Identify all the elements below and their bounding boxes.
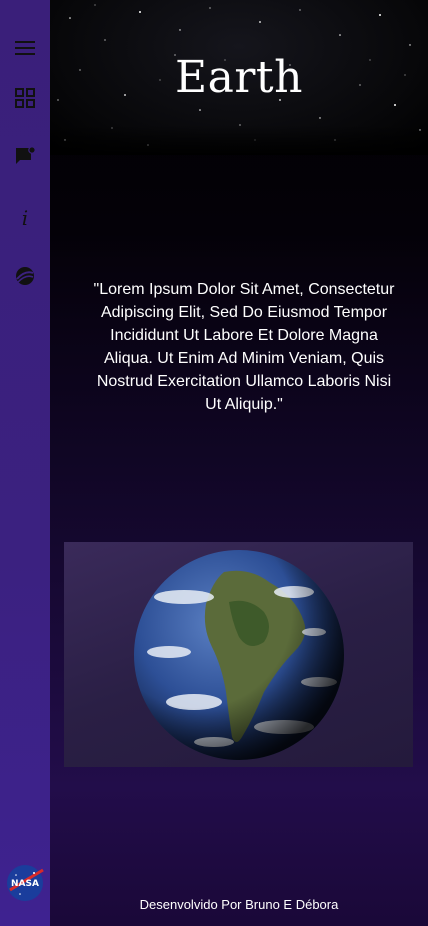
grid-icon[interactable] bbox=[12, 85, 38, 111]
planet-icon[interactable] bbox=[12, 263, 38, 289]
earth-image bbox=[64, 542, 413, 767]
starfield-header: Earth bbox=[50, 0, 428, 155]
main-content: Earth "Lorem Ipsum Dolor Sit Amet, Conse… bbox=[50, 0, 428, 926]
svg-text:i: i bbox=[22, 206, 28, 230]
footer-credit: Desenvolvido Por Bruno E Débora bbox=[139, 897, 339, 912]
page-title: Earth bbox=[175, 52, 303, 103]
svg-text:NASA: NASA bbox=[11, 879, 39, 889]
description-quote: "Lorem Ipsum Dolor Sit Amet, Consectetur… bbox=[93, 281, 395, 413]
info-icon[interactable]: i bbox=[12, 205, 38, 231]
nasa-logo[interactable]: NASA bbox=[6, 864, 44, 902]
sidebar: i NASA bbox=[0, 0, 50, 926]
chat-notification-icon[interactable] bbox=[12, 144, 38, 170]
earth-globe bbox=[134, 550, 344, 760]
menu-icon[interactable] bbox=[12, 35, 38, 61]
